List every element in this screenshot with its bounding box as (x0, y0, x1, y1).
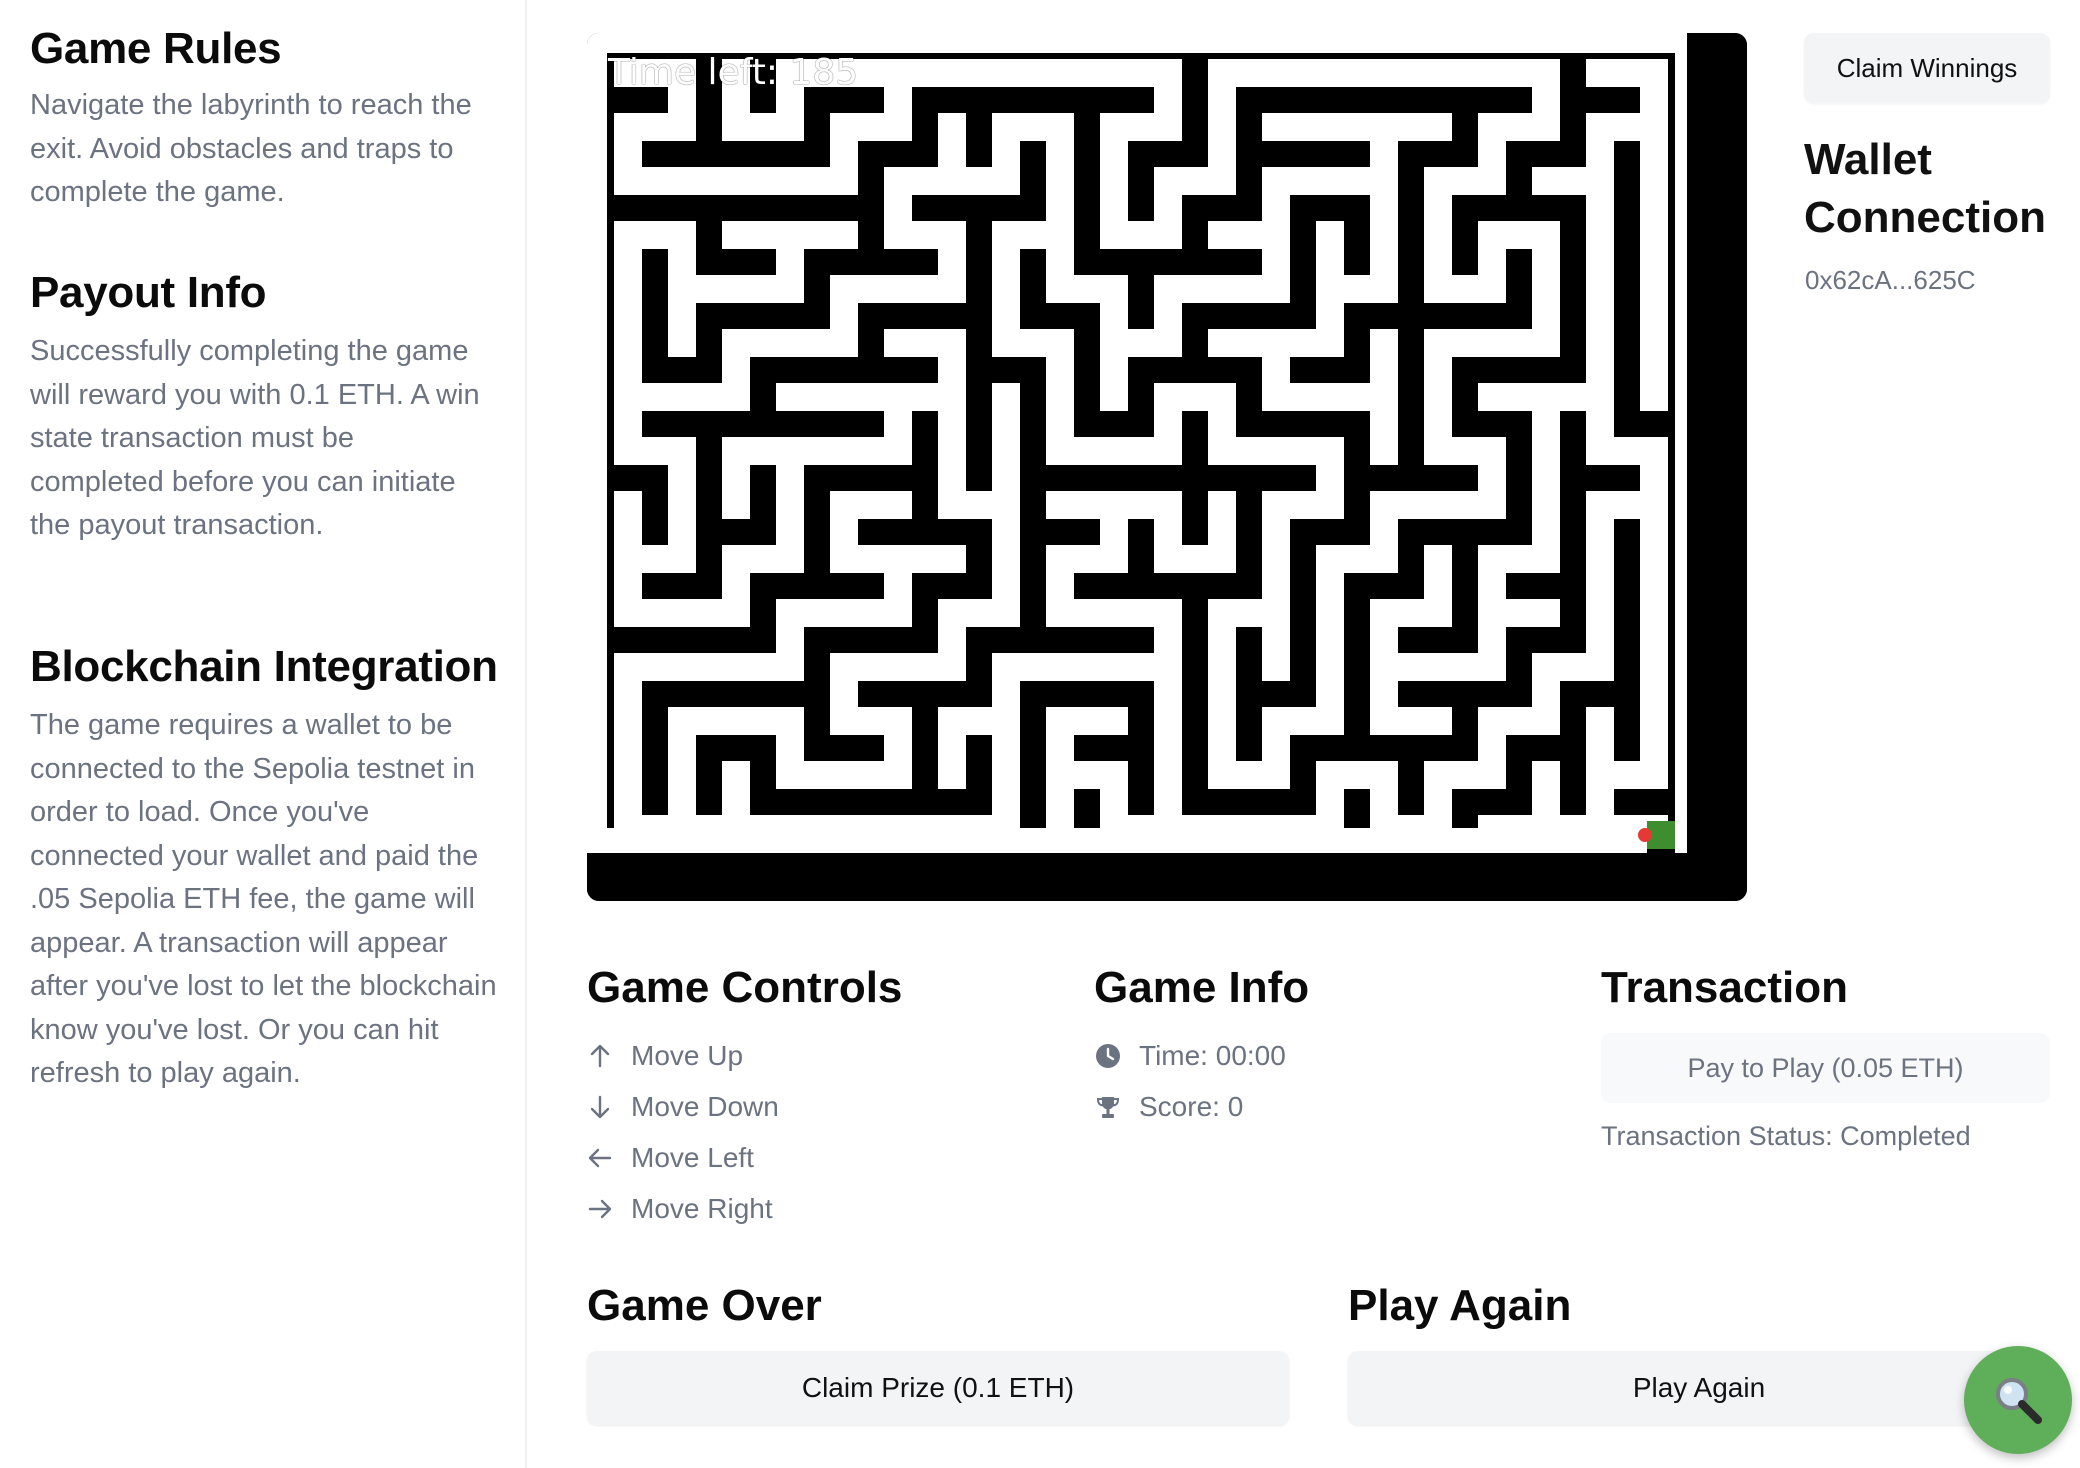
maze-corridor (1478, 383, 1560, 411)
maze-corridor (1208, 329, 1290, 357)
game-rules-title: Game Rules (30, 24, 282, 73)
payout-info-text: Successfully completing the game will re… (30, 335, 480, 541)
wallet-address: 0x62cA...625C (1805, 265, 1976, 295)
maze-corridor (1370, 329, 1398, 411)
maze-corridor (1532, 167, 1614, 195)
maze-corridor (1370, 707, 1452, 735)
maze-corridor (1370, 113, 1452, 141)
wallet-connection-title: Wallet Connection (1804, 135, 2046, 242)
maze-canvas[interactable] (587, 33, 1747, 901)
control-label: Move Right (631, 1192, 773, 1224)
maze-corridor (1640, 329, 1668, 411)
trophy-icon (1095, 1094, 1121, 1120)
maze-corridor (992, 383, 1020, 465)
maze-corridor (1262, 113, 1344, 141)
payout-info-title: Payout Info (30, 268, 267, 317)
control-move-down: Move Down (587, 1081, 779, 1132)
blockchain-title: Blockchain Integration (30, 642, 498, 691)
arrow-left-icon (588, 1148, 612, 1167)
app-root: Game Rules Navigate the labyrinth to rea… (0, 0, 2080, 1468)
claim-winnings-button[interactable]: Claim Winnings (1804, 33, 2050, 103)
maze-corridor (884, 329, 966, 357)
transaction-title: Transaction (1601, 963, 1848, 1012)
search-fab-button[interactable] (1964, 1346, 2072, 1454)
game-info-score: Score: 0 (1095, 1081, 1286, 1132)
game-rules-section: Game Rules Navigate the labyrinth to rea… (30, 20, 495, 215)
maze-corridor (1586, 59, 1668, 87)
maze-corridor (830, 491, 912, 519)
control-move-up: Move Up (587, 1030, 779, 1081)
control-label: Move Down (631, 1090, 779, 1122)
control-label: Move Left (631, 1141, 754, 1173)
time-left-label: Time left: 185 (608, 52, 859, 93)
maze-corridor (1046, 707, 1128, 735)
arrow-down-icon (590, 1095, 610, 1118)
game-info-time: Time: 00:00 (1095, 1030, 1286, 1081)
game-controls-list: Move Up Move Down Move Left Move Right (587, 1030, 779, 1234)
pay-to-play-button[interactable]: Pay to Play (0.05 ETH) (1601, 1033, 2050, 1103)
control-label: Move Up (631, 1039, 744, 1071)
maze-corridor (1586, 707, 1614, 789)
maze-corridor (938, 707, 966, 789)
control-move-left: Move Left (587, 1132, 779, 1183)
game-over-title: Game Over (587, 1281, 822, 1330)
maze-corridor (1424, 545, 1452, 627)
maze-corridor (1675, 33, 1687, 853)
clock-icon (1095, 1043, 1121, 1069)
maze-corridor (1100, 329, 1128, 411)
maze-corridor (1046, 491, 1128, 519)
maze-corridor (587, 33, 1687, 53)
claim-prize-button[interactable]: Claim Prize (0.1 ETH) (587, 1351, 1289, 1425)
transaction-status: Transaction Status: Completed (1601, 1121, 1971, 1151)
maze-corridor (722, 221, 804, 249)
maze-corridor (587, 33, 607, 853)
arrow-right-icon (588, 1199, 612, 1218)
maze-corridor (776, 383, 858, 411)
payout-info-section: Payout Info Successfully completing the … (30, 264, 495, 548)
maze-corridor (1208, 491, 1236, 573)
game-info-list: Time: 00:00 Score: 0 (1095, 1030, 1286, 1132)
game-time-value: Time: 00:00 (1139, 1039, 1286, 1071)
blockchain-section: Blockchain Integration The game requires… (30, 638, 500, 1096)
blockchain-text: The game requires a wallet to be connect… (30, 709, 497, 1089)
game-info-title: Game Info (1094, 963, 1310, 1012)
play-again-button[interactable]: Play Again (1348, 1351, 2050, 1425)
player-marker (1638, 828, 1652, 842)
maze-board (587, 33, 1747, 901)
game-score-value: Score: 0 (1139, 1090, 1244, 1122)
maze-corridor (1262, 599, 1290, 681)
maze-corridor (587, 828, 1647, 853)
arrow-up-icon (590, 1044, 610, 1067)
magnifier-icon (1996, 1378, 2042, 1424)
play-again-title: Play Again (1348, 1281, 1572, 1330)
sidebar: Game Rules Navigate the labyrinth to rea… (0, 0, 527, 1468)
game-controls-title: Game Controls (587, 963, 903, 1012)
maze-corridor (722, 437, 750, 519)
maze-corridor (938, 113, 966, 195)
maze-corridor (1478, 599, 1560, 627)
control-move-right: Move Right (587, 1183, 779, 1234)
game-rules-text: Navigate the labyrinth to reach the exit… (30, 89, 472, 208)
